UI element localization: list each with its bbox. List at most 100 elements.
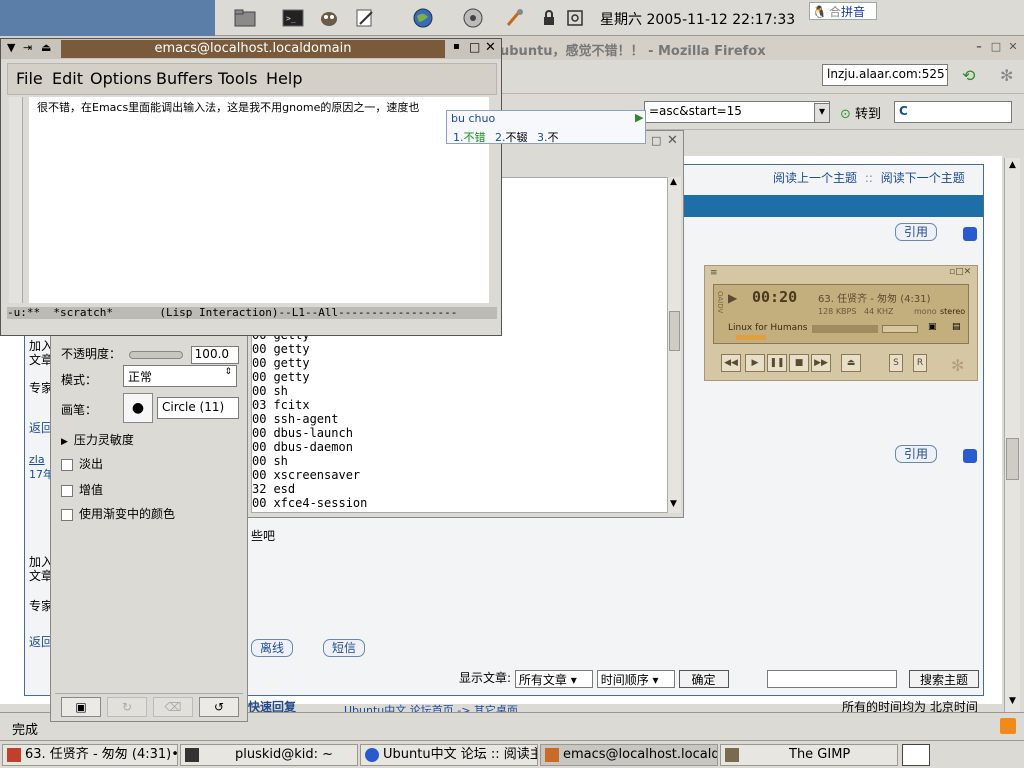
show-posts-select[interactable]: 所有文章 ▾ <box>514 669 593 688</box>
delete-icon[interactable]: ⌫ <box>153 697 193 717</box>
file-manager-icon[interactable] <box>229 5 261 31</box>
player-seekbar[interactable] <box>812 325 878 333</box>
close-icon[interactable]: ✕ <box>1006 40 1020 54</box>
ime-candidate-3[interactable]: 3.不 <box>537 131 559 144</box>
ime-candidate-1[interactable]: 1.不错 <box>453 131 486 144</box>
prev-icon[interactable]: ◀◀ <box>721 354 741 372</box>
mode-select[interactable]: 正常 ⇕ <box>123 365 237 387</box>
brush-name[interactable]: Circle (11) <box>157 397 239 419</box>
url-dropdown-icon[interactable]: ▾ <box>814 103 830 123</box>
window-menu-icon[interactable]: ▼ <box>7 41 15 54</box>
shuffle-icon[interactable]: S <box>889 354 903 372</box>
search-input[interactable]: C <box>894 101 1012 123</box>
profile-icon[interactable] <box>963 449 977 463</box>
editor-icon[interactable] <box>349 5 381 31</box>
ime-indicator[interactable]: 🐧 合拼音 <box>809 2 877 20</box>
logout-icon[interactable] <box>565 5 585 31</box>
emacs-buffer[interactable]: 很不错，在Emacs里面能调出输入法，这是我不用gnome的原因之一，速度也 <box>29 97 489 303</box>
opacity-input[interactable]: 100.0 <box>190 345 239 364</box>
user-link[interactable]: zla <box>29 453 45 466</box>
menu-options[interactable]: Options <box>90 69 152 88</box>
order-select[interactable]: 时间顺序 ▾ <box>596 669 675 688</box>
workspace-switcher[interactable] <box>902 744 930 766</box>
menu-file[interactable]: File <box>16 69 43 88</box>
eject-icon[interactable]: ⏏ <box>841 354 861 372</box>
menu-tools[interactable]: Tools <box>218 69 257 88</box>
maximize-icon[interactable]: □ <box>469 40 480 54</box>
player-eq-icon[interactable]: ▣ <box>928 322 937 332</box>
gradient-checkbox[interactable]: 使用渐变中的颜色 <box>61 505 175 522</box>
stop-icon[interactable]: ■ <box>789 354 809 372</box>
fade-checkbox[interactable]: 淡出 <box>61 455 103 472</box>
search-topic-button[interactable]: 搜索主题 <box>909 670 979 688</box>
nav-sep: :: <box>864 171 873 185</box>
url-input[interactable]: =asc&start=15 <box>644 101 830 123</box>
next-topic-link[interactable]: 阅读下一个主题 <box>881 171 965 185</box>
task-firefox[interactable]: Ubuntu中文 论坛 :: 阅读主题 <box>360 744 538 766</box>
player-window-icons[interactable]: ▫□✕ <box>949 267 971 277</box>
menu-buffers[interactable]: Buffers <box>156 69 213 88</box>
settings-icon[interactable] <box>499 5 531 31</box>
ime-next-icon[interactable]: ▶ <box>635 111 643 124</box>
page-scrollbar[interactable]: ▲ ▼ <box>1004 158 1020 714</box>
scroll-up-icon[interactable]: ▲ <box>1006 160 1019 174</box>
scroll-down-icon[interactable]: ▼ <box>670 499 677 509</box>
offline-button[interactable]: 离线 <box>251 639 294 657</box>
quick-reply-link[interactable]: 快速回复 <box>248 698 296 712</box>
menu-edit[interactable]: Edit <box>52 69 83 88</box>
quote-button-1[interactable]: 引用 <box>895 223 938 241</box>
emacs-scrollbar[interactable] <box>9 97 23 303</box>
emacs-title[interactable]: emacs@localhost.localdomain <box>61 40 445 58</box>
player-pl-icon[interactable]: ▤ <box>952 322 961 332</box>
scroll-down-icon[interactable]: ▼ <box>1006 696 1019 710</box>
player-position[interactable] <box>736 335 766 340</box>
task-gimp[interactable]: The GIMP <box>720 744 898 766</box>
process-scrollbar[interactable]: ▲ ▼ <box>667 177 681 513</box>
player-menu-icon[interactable]: ≡ <box>710 268 718 278</box>
shade-icon[interactable]: ⇥ <box>23 41 32 54</box>
maximize-icon[interactable]: □ <box>651 134 661 147</box>
incremental-checkbox[interactable]: 增值 <box>61 481 103 498</box>
next-icon[interactable]: ▶▶ <box>811 354 831 372</box>
minimize-icon[interactable]: – <box>972 40 986 54</box>
lock-icon[interactable] <box>539 5 559 31</box>
save-icon[interactable]: ▣ <box>61 697 101 717</box>
close-icon[interactable]: ✕ <box>485 40 496 55</box>
menu-help[interactable]: Help <box>266 69 302 88</box>
panel-clock[interactable]: 星期六 2005-11-12 22:17:33 <box>600 9 795 29</box>
reset-icon[interactable]: ↺ <box>199 697 239 717</box>
browser-icon[interactable] <box>407 5 439 31</box>
scroll-thumb[interactable] <box>669 311 680 351</box>
scroll-up-icon[interactable]: ▲ <box>670 177 677 187</box>
ime-candidate-2[interactable]: 2.不辍 <box>495 131 528 144</box>
play-icon[interactable]: ▶ <box>745 354 765 372</box>
rss-icon[interactable] <box>1000 718 1016 734</box>
task-emacs[interactable]: emacs@localhost.localdomain <box>540 744 718 766</box>
prev-topic-link[interactable]: 阅读上一个主题 <box>773 171 857 185</box>
task-audio-player[interactable]: 63. 任贤齐 - 匆匆 (4:31)• <box>2 744 178 766</box>
message-button[interactable]: 短信 <box>323 639 366 657</box>
stick-icon[interactable]: ⏏ <box>41 41 51 54</box>
close-icon[interactable]: ✕ <box>667 133 678 148</box>
media-icon[interactable] <box>457 5 489 31</box>
gimp-icon[interactable] <box>313 5 345 31</box>
opacity-slider[interactable] <box>128 350 183 359</box>
player-volume[interactable] <box>882 325 918 333</box>
minimize-icon[interactable]: ▪ <box>453 41 460 52</box>
terminal-icon[interactable]: >_ <box>277 5 309 31</box>
repeat-icon[interactable]: R <box>913 354 927 372</box>
extension-icon[interactable]: ⟲ <box>962 66 975 85</box>
restore-icon[interactable]: ↻ <box>107 697 147 717</box>
go-button[interactable]: ⊙ 转到 <box>840 103 881 122</box>
confirm-button[interactable]: 确定 <box>678 669 729 688</box>
brush-preview[interactable]: ● <box>123 393 153 423</box>
server-select[interactable]: lnzju.alaar.com:5257 ▾ <box>822 64 948 86</box>
profile-icon[interactable] <box>963 227 977 241</box>
pause-icon[interactable]: ❚❚ <box>767 354 787 372</box>
topic-search-input[interactable] <box>767 670 897 688</box>
pressure-expander[interactable]: ▶ 压力灵敏度 <box>61 431 134 448</box>
task-terminal[interactable]: pluskid@kid: ~ <box>180 744 358 766</box>
scroll-thumb[interactable] <box>1006 438 1019 480</box>
maximize-icon[interactable]: □ <box>989 40 1003 54</box>
quote-button-2[interactable]: 引用 <box>895 445 938 463</box>
